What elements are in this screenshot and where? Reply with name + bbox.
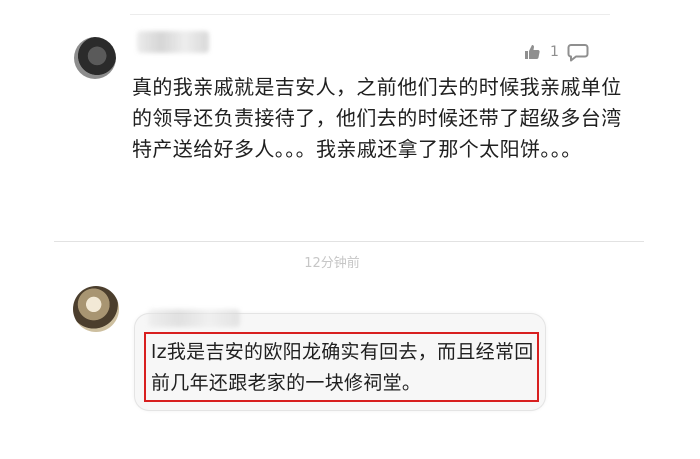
reply-timestamp: 12分钟前 bbox=[304, 256, 360, 271]
like-count: 1 bbox=[550, 44, 559, 60]
reply-body: lz我是吉安的欧阳龙确实有回去，而且经常回前几年还跟老家的一块修祠堂。 bbox=[151, 341, 534, 394]
comment-thread: 1 真的我亲戚就是吉安人，之前他们去的时候我亲戚单位的领导还负责接待了，他们去的… bbox=[0, 0, 700, 459]
commenter-avatar[interactable] bbox=[74, 37, 116, 79]
comment-bubble-icon[interactable] bbox=[567, 42, 589, 62]
section-divider bbox=[54, 241, 644, 242]
thumbs-up-icon[interactable] bbox=[522, 42, 542, 62]
blurred-reply-username bbox=[148, 309, 240, 327]
comment-actions: 1 bbox=[522, 40, 594, 64]
blurred-username bbox=[137, 31, 209, 53]
reply-avatar[interactable] bbox=[73, 286, 119, 332]
top-separator bbox=[130, 14, 610, 15]
comment-body: 真的我亲戚就是吉安人，之前他们去的时候我亲戚单位的领导还负责接待了，他们去的时候… bbox=[132, 75, 622, 161]
